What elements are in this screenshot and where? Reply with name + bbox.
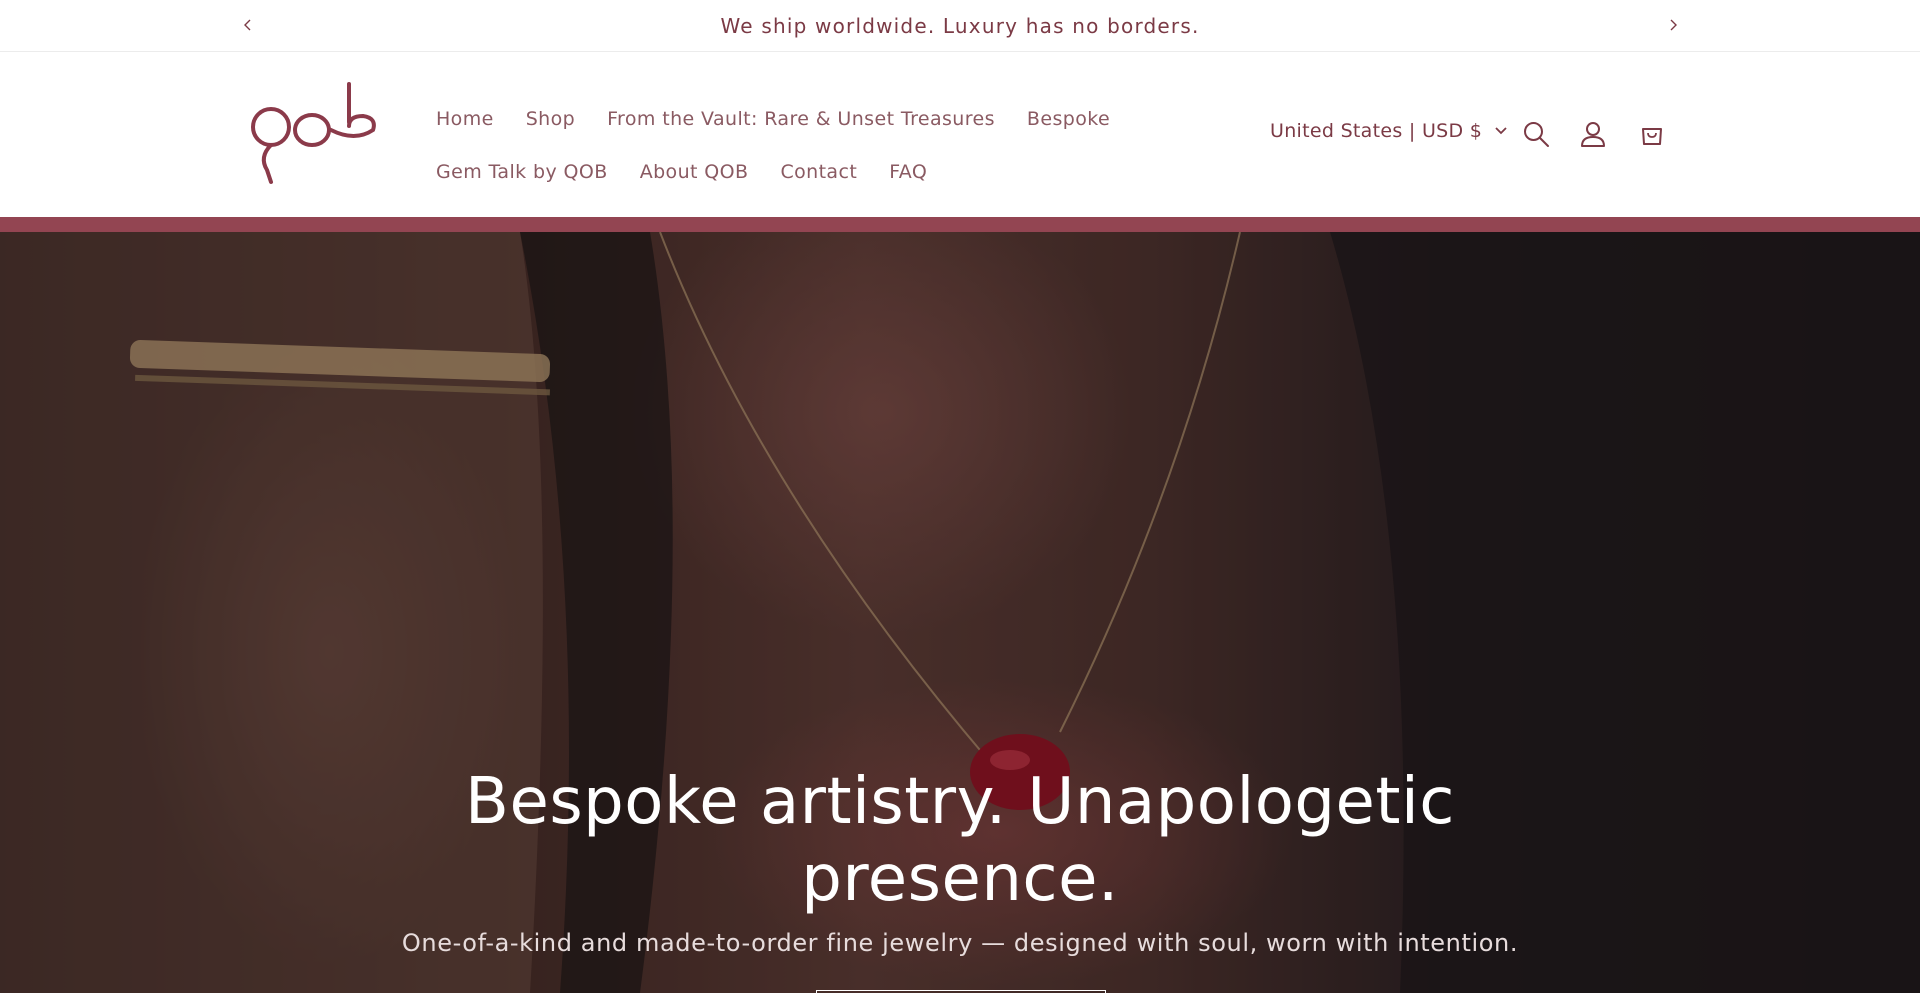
hero-title: Bespoke artistry. Unapologetic presence. <box>465 765 1455 916</box>
search-icon <box>1524 122 1549 147</box>
nav-shop[interactable]: Shop <box>526 108 575 130</box>
chevron-right-icon <box>1670 19 1677 31</box>
nav-gem-talk[interactable]: Gem Talk by QOB <box>436 161 608 183</box>
nav-from-the-vault[interactable]: From the Vault: Rare & Unset Treasures <box>607 108 995 130</box>
nav-faq[interactable]: FAQ <box>889 161 927 183</box>
account-icon <box>1581 122 1605 147</box>
nav-about[interactable]: About QOB <box>640 161 749 183</box>
country-currency-selector[interactable]: United States | USD $ <box>1270 120 1508 142</box>
previous-announcement-button[interactable] <box>235 12 261 38</box>
account-button[interactable] <box>1577 118 1609 150</box>
qob-logo-mark <box>251 82 376 184</box>
qob-logo[interactable] <box>245 82 380 187</box>
chevron-left-icon <box>244 19 251 31</box>
chevron-down-icon <box>1494 126 1508 136</box>
announcement-bar: We ship worldwide. Luxury has no borders… <box>0 0 1920 52</box>
nav-row-primary: Home Shop From the Vault: Rare & Unset T… <box>436 92 1136 145</box>
cart-icon <box>1642 128 1662 145</box>
site-header: Home Shop From the Vault: Rare & Unset T… <box>0 52 1920 217</box>
announcement-text: We ship worldwide. Luxury has no borders… <box>720 13 1200 38</box>
nav-home[interactable]: Home <box>436 108 494 130</box>
main-navigation: Home Shop From the Vault: Rare & Unset T… <box>436 92 1136 198</box>
nav-contact[interactable]: Contact <box>780 161 857 183</box>
nav-bespoke[interactable]: Bespoke <box>1027 108 1110 130</box>
hero-subtitle: One-of-a-kind and made-to-order fine jew… <box>401 929 1519 957</box>
hero-banner: Bespoke artistry. Unapologetic presence.… <box>0 232 1920 993</box>
nav-row-secondary: Gem Talk by QOB About QOB Contact FAQ <box>436 145 1136 198</box>
currency-label: United States | USD $ <box>1270 120 1483 142</box>
cart-button[interactable] <box>1636 118 1668 150</box>
next-announcement-button[interactable] <box>1660 12 1686 38</box>
header-accent-stripe <box>0 217 1920 232</box>
search-button[interactable] <box>1520 118 1552 150</box>
